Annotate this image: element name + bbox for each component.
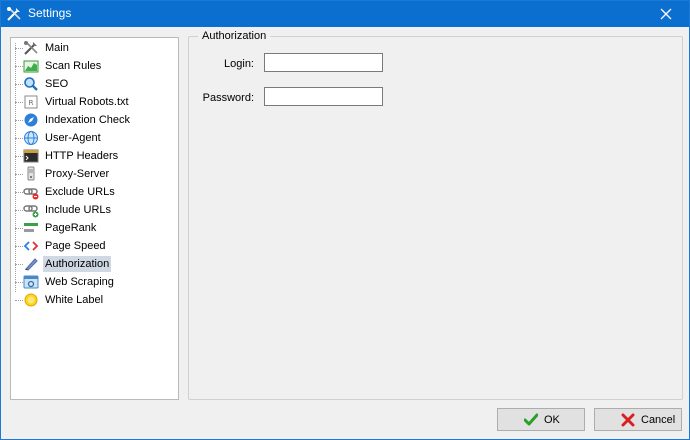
tree-connector-dot <box>15 246 23 247</box>
login-label: Login: <box>224 58 254 70</box>
group-title: Authorization <box>198 29 271 43</box>
tree-item-label: Indexation Check <box>45 114 130 126</box>
settings-tree[interactable]: Main Scan Rules SEO R Virtual Robots.txt Inde… <box>10 37 179 400</box>
tools-icon <box>7 7 21 21</box>
tree-item-label: HTTP Headers <box>45 150 119 162</box>
tree-item-proxy-server[interactable]: Proxy-Server <box>11 165 161 183</box>
ok-label: OK <box>544 414 560 426</box>
tree-item-virtual-robots-txt[interactable]: R Virtual Robots.txt <box>11 93 161 111</box>
ok-button[interactable]: OK <box>497 408 585 431</box>
tree-item-main[interactable]: Main <box>11 39 161 57</box>
tree-item-http-headers[interactable]: HTTP Headers <box>11 147 161 165</box>
robot-file-icon: R <box>24 95 38 109</box>
scraper-icon <box>23 275 39 289</box>
code-icon <box>23 241 39 251</box>
server-icon <box>27 166 35 181</box>
tree-connector-dot <box>15 66 23 67</box>
tree-connector-dot <box>15 102 23 103</box>
tree-item-label: Proxy-Server <box>45 168 110 180</box>
chart-icon <box>23 60 39 73</box>
svg-text:R: R <box>29 99 34 107</box>
tree-item-page-speed[interactable]: Page Speed <box>11 237 161 255</box>
pen-icon <box>25 258 38 271</box>
magnifier-icon <box>24 77 38 91</box>
tree-item-label: PageRank <box>45 222 97 234</box>
globe-icon <box>24 131 38 145</box>
title-bar: Settings <box>1 1 689 27</box>
tree-item-label: Web Scraping <box>45 276 114 288</box>
tree-item-label: Virtual Robots.txt <box>45 96 129 108</box>
tree-item-exclude-urls[interactable]: Exclude URLs <box>11 183 161 201</box>
password-label: Password: <box>202 92 254 104</box>
bars-icon <box>24 223 38 232</box>
sun-icon <box>24 293 38 307</box>
cancel-x-icon <box>621 413 635 427</box>
tree-item-label: User-Agent <box>45 132 101 144</box>
tree-connector-dot <box>15 156 23 157</box>
authorization-group <box>188 36 683 400</box>
tree-item-include-urls[interactable]: Include URLs <box>11 201 161 219</box>
tree-item-label: Include URLs <box>45 204 112 216</box>
tree-item-label: Main <box>45 42 69 54</box>
tree-item-web-scraping[interactable]: Web Scraping <box>11 273 161 291</box>
tree-connector-dot <box>15 282 23 283</box>
tree-item-user-agent[interactable]: User-Agent <box>11 129 161 147</box>
tree-connector-dot <box>15 48 23 49</box>
tree-connector-dot <box>15 174 23 175</box>
tree-item-label: Authorization <box>43 256 112 272</box>
tree-item-white-label[interactable]: White Label <box>11 291 161 309</box>
close-icon <box>660 8 672 20</box>
tree-item-label: Scan Rules <box>45 60 102 72</box>
tree-item-pagerank[interactable]: PageRank <box>11 219 161 237</box>
tree-connector-dot <box>15 210 23 211</box>
tree-item-label: Exclude URLs <box>45 186 115 198</box>
tree-item-seo[interactable]: SEO <box>11 75 161 93</box>
tree-connector-dot <box>15 120 23 121</box>
window-title: Settings <box>28 6 72 20</box>
tools-icon <box>24 41 38 55</box>
tree-item-label: White Label <box>45 294 104 306</box>
tree-item-indexation-check[interactable]: Indexation Check <box>11 111 161 129</box>
tree-connector-dot <box>15 84 23 85</box>
cancel-label: Cancel <box>641 414 676 426</box>
tree-connector-dot <box>15 192 23 193</box>
checkmark-icon <box>524 413 538 426</box>
tree-item-scan-rules[interactable]: Scan Rules <box>11 57 161 75</box>
tree-connector-dot <box>15 264 23 265</box>
cancel-button[interactable]: Cancel <box>594 408 682 431</box>
link-include-icon <box>23 205 39 218</box>
close-button[interactable] <box>643 1 689 27</box>
tree-item-authorization[interactable]: Authorization <box>11 255 161 273</box>
tree-item-label: Page Speed <box>45 240 106 252</box>
tree-item-label: SEO <box>45 78 69 90</box>
login-field[interactable] <box>264 53 383 72</box>
compass-icon <box>24 113 38 127</box>
tree-connector-dot <box>15 228 23 229</box>
password-field[interactable] <box>264 87 383 106</box>
link-exclude-icon <box>23 188 39 200</box>
terminal-icon <box>23 149 39 163</box>
tree-connector-dot <box>15 300 23 301</box>
tree-connector-dot <box>15 138 23 139</box>
